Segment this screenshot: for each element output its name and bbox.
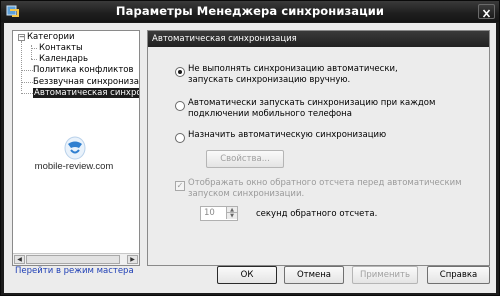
ok-button[interactable]: ОК [217,266,277,284]
countdown-label-line1: Отображать окно обратного отсчета перед … [188,178,462,188]
tree-line [21,70,33,71]
scroll-right-icon[interactable]: ▶ [127,255,138,264]
auto-on-connect-label-line1: Автоматически запускать синхронизацию пр… [188,98,436,108]
countdown-suffix-label: секунд обратного отсчета. [256,209,378,219]
sync-settings-window: Параметры Менеджера синхронизации − Кате… [0,0,500,296]
no-auto-sync-radio[interactable] [175,67,185,77]
tree-line [21,93,33,94]
logo-text: mobile-review.com [34,161,114,172]
tree-line [21,41,22,91]
tree-horizontal-scrollbar[interactable]: ◀ ▶ [13,253,139,265]
no-auto-sync-label-line2: запускать синхронизацию вручную. [188,75,351,85]
tree-line [31,59,37,60]
tree-item-label: Контакты [39,43,83,53]
tree-item-label: Беззвучная синхронизац [33,77,140,87]
close-button[interactable] [478,4,495,19]
auto-on-connect-label-line2: подключении мобильного телефона [188,109,352,119]
tree-item-label: Календарь [39,54,88,64]
phone-logo-icon [64,136,86,160]
window-title: Параметры Менеджера синхронизации [115,4,385,18]
tree-line [31,48,37,49]
scroll-left-icon[interactable]: ◀ [14,255,25,264]
countdown-seconds-spinner[interactable]: 10 ▲ ▼ [200,206,238,221]
tree-item-auto-sync[interactable]: Автоматическая синхро [33,87,139,99]
tree-item-label: Автоматическая синхро [33,88,139,98]
dialog-body: − Категории Контакты Календарь Политика … [4,23,496,293]
countdown-label-line2: запуском синхронизации. [188,189,305,199]
collapse-icon[interactable]: − [18,34,25,41]
auto-sync-panel: Автоматическая синхронизация Не выполнят… [147,30,490,266]
panel-header: Автоматическая синхронизация [148,31,489,47]
scrollbar-thumb[interactable] [26,255,120,264]
properties-button[interactable]: Свойства... [206,150,284,168]
tree-item-label: Категории [27,32,75,42]
no-auto-sync-label-line1: Не выполнять синхронизацию автоматически… [188,64,398,74]
help-button[interactable]: Справка [427,266,490,284]
schedule-sync-label: Назначить автоматическую синхронизацию [188,130,387,140]
wizard-mode-link[interactable]: Перейти в режим мастера [15,266,134,276]
spin-down-icon[interactable]: ▼ [226,213,237,219]
auto-on-connect-radio[interactable] [175,101,185,111]
cancel-button[interactable]: Отмена [284,266,344,284]
title-bar[interactable]: Параметры Менеджера синхронизации [1,1,499,22]
schedule-sync-radio[interactable] [175,133,185,143]
mobile-review-logo: mobile-review.com [14,134,134,184]
apply-button[interactable]: Применить [352,266,418,284]
tree-item-label: Политика конфликтов [33,65,134,75]
tree-line [21,82,33,83]
countdown-seconds-value[interactable]: 10 [204,208,215,218]
countdown-checkbox[interactable]: ✓ [175,181,185,191]
close-icon [482,9,491,18]
tree-item-conflict-policy[interactable]: Политика конфликтов [33,64,133,76]
